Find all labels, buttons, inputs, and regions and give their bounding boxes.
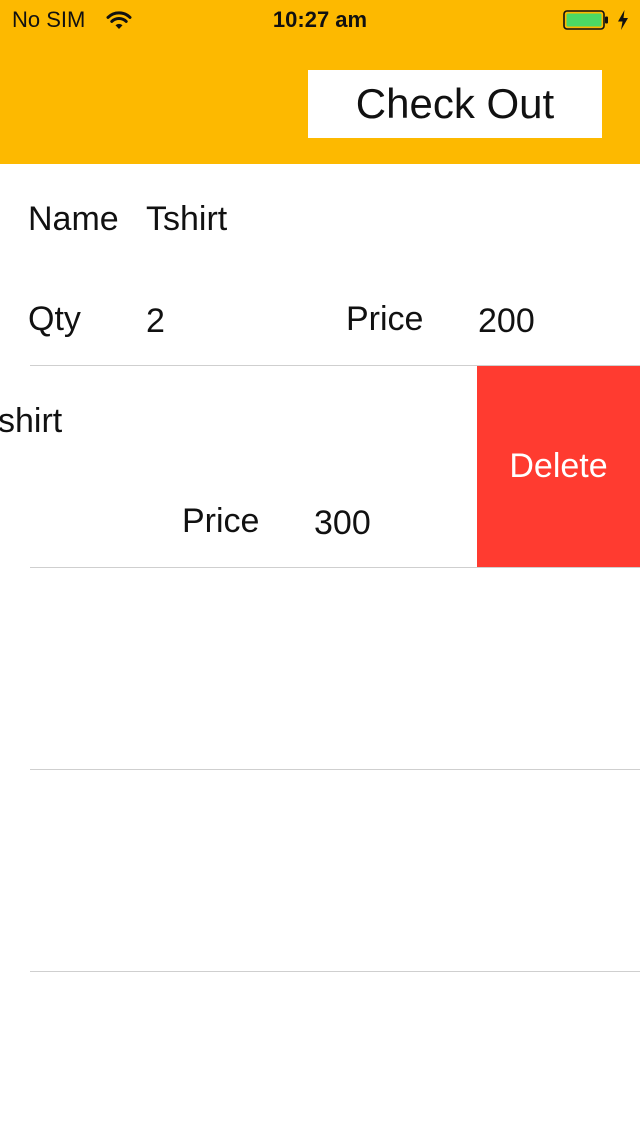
battery-icon — [563, 10, 608, 30]
qty-label: Qty — [28, 300, 81, 338]
cart-table: Name Tshirt Qty 2 Price 200 shirt Price … — [0, 164, 640, 1136]
item-price: 200 — [478, 302, 535, 340]
item-name: shirt — [0, 402, 63, 440]
price-label: Price — [346, 300, 424, 338]
clock: 10:27 am — [272, 7, 368, 32]
row-content: Name Tshirt Qty 2 Price 200 — [0, 164, 640, 365]
item-name: Tshirt — [146, 200, 228, 238]
item-price: 300 — [314, 504, 371, 542]
navigation-bar: No SIM 10:27 am Check Out — [0, 0, 640, 164]
table-row-swiped[interactable]: shirt Price 300 Delete — [0, 366, 640, 568]
table-row-empty — [0, 770, 640, 972]
table-row[interactable]: Name Tshirt Qty 2 Price 200 — [0, 164, 640, 366]
delete-button[interactable]: Delete — [477, 366, 640, 567]
checkout-button[interactable]: Check Out — [308, 70, 602, 138]
name-label: Name — [28, 200, 119, 238]
table-row-empty — [0, 568, 640, 770]
item-qty: 2 — [146, 302, 165, 340]
status-bar: No SIM 10:27 am — [0, 0, 640, 40]
charging-bolt-icon — [618, 10, 628, 30]
price-label: Price — [182, 502, 260, 540]
row-separator — [30, 971, 640, 972]
